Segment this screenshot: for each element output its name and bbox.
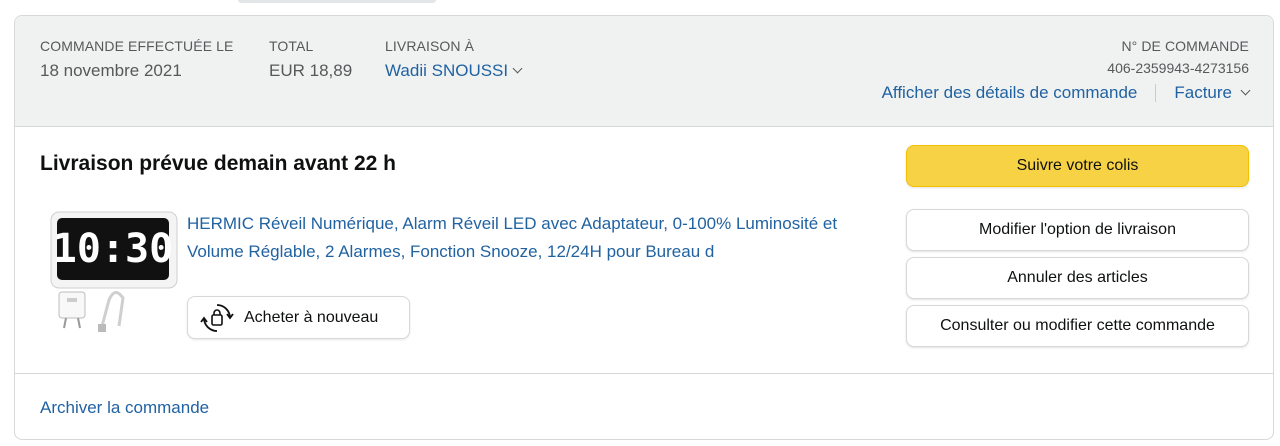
total-value: EUR 18,89 bbox=[269, 61, 353, 80]
previous-card-edge bbox=[238, 0, 436, 3]
view-edit-order-button[interactable]: Consulter ou modifier cette commande bbox=[906, 305, 1249, 347]
chevron-down-icon bbox=[512, 63, 523, 74]
order-date-column: COMMANDE EFFECTUÉE LE 18 novembre 2021 bbox=[40, 38, 233, 81]
product-title-link[interactable]: HERMIC Réveil Numérique, Alarm Réveil LE… bbox=[187, 210, 847, 266]
delivery-status-heading: Livraison prévue demain avant 22 h bbox=[40, 152, 396, 175]
ship-to-column: LIVRAISON À Wadii SNOUSSI bbox=[385, 38, 523, 81]
clock-display: 10:30 bbox=[53, 226, 173, 272]
archive-order-link[interactable]: Archiver la commande bbox=[40, 398, 209, 418]
order-footer: Archiver la commande bbox=[15, 373, 1273, 439]
change-delivery-button[interactable]: Modifier l'option de livraison bbox=[906, 209, 1249, 251]
invoice-label: Facture bbox=[1174, 83, 1232, 102]
order-number-label: N° DE COMMANDE bbox=[1121, 38, 1249, 54]
order-date-label: COMMANDE EFFECTUÉE LE bbox=[40, 38, 234, 54]
order-number-column: N° DE COMMANDE 406-2359943-4273156 bbox=[1107, 38, 1249, 76]
product-image[interactable]: 10:30 bbox=[49, 206, 181, 334]
buy-again-label: Acheter à nouveau bbox=[244, 308, 379, 326]
buy-again-icon bbox=[200, 303, 234, 332]
buy-again-button[interactable]: Acheter à nouveau bbox=[187, 296, 410, 339]
order-details-link[interactable]: Afficher des détails de commande bbox=[882, 83, 1138, 103]
order-card: COMMANDE EFFECTUÉE LE 18 novembre 2021 T… bbox=[14, 15, 1274, 440]
ship-to-dropdown[interactable]: Wadii SNOUSSI bbox=[385, 61, 523, 81]
chevron-down-icon bbox=[1240, 85, 1251, 96]
invoice-dropdown[interactable]: Facture bbox=[1174, 83, 1251, 103]
order-header: COMMANDE EFFECTUÉE LE 18 novembre 2021 T… bbox=[15, 16, 1273, 127]
order-date-value: 18 novembre 2021 bbox=[40, 61, 182, 80]
total-column: TOTAL EUR 18,89 bbox=[269, 38, 352, 81]
ship-to-label: LIVRAISON À bbox=[385, 38, 475, 54]
header-links: Afficher des détails de commande Facture bbox=[882, 83, 1251, 103]
order-number-value: 406-2359943-4273156 bbox=[1107, 60, 1249, 76]
alarm-clock-image: 10:30 bbox=[50, 211, 178, 332]
ship-to-name: Wadii SNOUSSI bbox=[385, 61, 509, 80]
track-package-button[interactable]: Suivre votre colis bbox=[906, 145, 1249, 187]
link-divider bbox=[1155, 84, 1157, 102]
total-label: TOTAL bbox=[269, 38, 314, 54]
cancel-items-button[interactable]: Annuler des articles bbox=[906, 257, 1249, 299]
